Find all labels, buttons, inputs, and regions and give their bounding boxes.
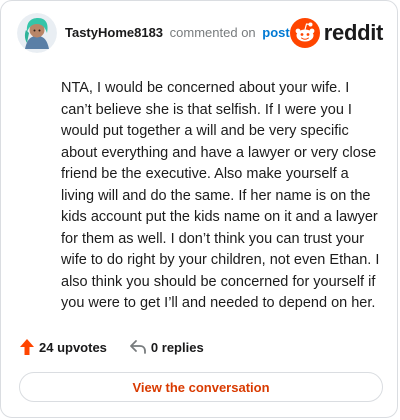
comment-header: TastyHome8183 commented on post reddit <box>17 13 384 53</box>
avatar-icon <box>17 13 57 53</box>
comment-meta: TastyHome8183 commented on post <box>65 25 290 41</box>
upvote-button[interactable]: 24 upvotes <box>19 338 107 356</box>
reddit-wordmark: reddit <box>323 20 384 45</box>
reddit-logo-icon <box>289 18 320 48</box>
comment-card: TastyHome8183 commented on post reddit N… <box>0 0 398 418</box>
reply-arrow-icon <box>130 340 146 354</box>
commented-on-text: commented on <box>169 25 256 40</box>
upvote-count: 24 upvotes <box>39 339 107 355</box>
view-conversation-button[interactable]: View the conversation <box>19 372 383 402</box>
upvote-arrow-icon <box>20 339 34 355</box>
post-link[interactable]: post <box>262 25 289 40</box>
reddit-brand[interactable]: reddit <box>289 18 384 48</box>
comment-body: NTA, I would be concerned about your wif… <box>61 80 380 311</box>
avatar[interactable] <box>17 13 57 53</box>
reply-count: 0 replies <box>150 339 204 355</box>
username[interactable]: TastyHome8183 <box>65 25 163 40</box>
comment-actions: 24 upvotes 0 replies <box>19 338 204 356</box>
reply-button[interactable]: 0 replies <box>129 339 204 355</box>
